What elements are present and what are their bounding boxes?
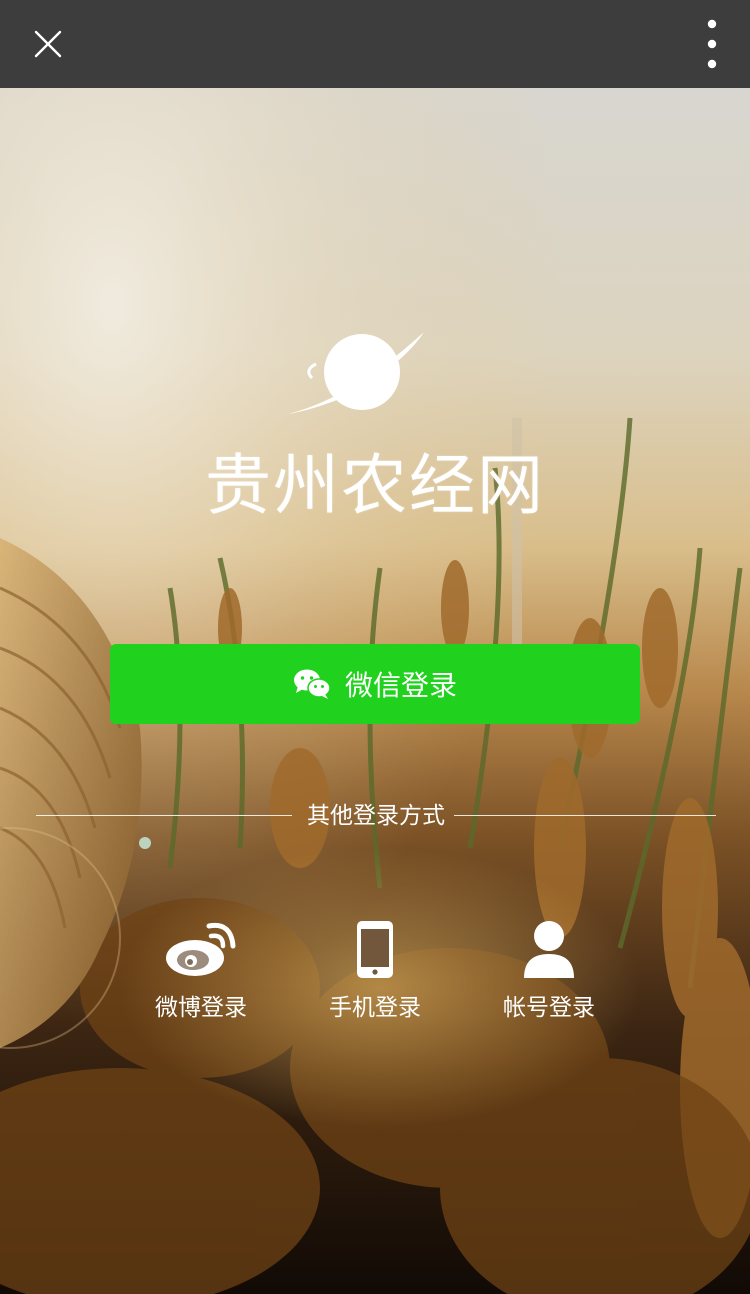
login-screen: 贵州农经网 微信登录 其他登录方式 微博登录 手机登录 帐号登录: [0, 0, 750, 1294]
phone-icon: [357, 921, 393, 978]
close-icon: [34, 30, 62, 58]
brand-name: 贵州农经网: [205, 447, 545, 524]
other-login-label: 其他登录方式: [307, 803, 445, 829]
wechat-login-label: 微信登录: [344, 669, 457, 702]
weibo-login-button[interactable]: 微博登录: [131, 920, 271, 1022]
weibo-icon: [166, 922, 236, 976]
account-login-button[interactable]: 帐号登录: [479, 920, 619, 1022]
phone-login-label: 手机登录: [329, 995, 421, 1021]
more-options-button[interactable]: [692, 14, 732, 74]
divider-line-right: [454, 815, 716, 816]
other-login-divider: 其他登录方式: [36, 796, 716, 836]
alternate-login-options: 微博登录 手机登录 帐号登录: [0, 920, 750, 1030]
planet-logo-icon: [288, 332, 424, 414]
phone-login-button[interactable]: 手机登录: [305, 920, 445, 1022]
more-vertical-icon: [707, 19, 717, 69]
user-icon: [524, 921, 574, 978]
wechat-login-button[interactable]: 微信登录: [110, 644, 640, 724]
weibo-login-label: 微博登录: [155, 995, 247, 1021]
account-login-label: 帐号登录: [503, 995, 595, 1021]
wechat-icon: [293, 669, 331, 699]
close-button[interactable]: [22, 18, 74, 70]
top-bar: [0, 0, 750, 88]
